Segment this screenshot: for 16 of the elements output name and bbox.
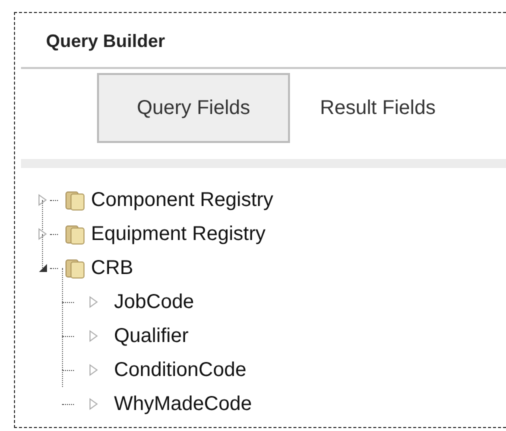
tree-item[interactable]: Qualifier: [114, 324, 188, 348]
tree-item[interactable]: ConditionCode: [114, 358, 246, 382]
collapsed-arrow-icon[interactable]: [37, 228, 49, 240]
tree-item[interactable]: JobCode: [114, 290, 194, 314]
folder-icon: [64, 189, 86, 211]
collapsed-arrow-icon[interactable]: [37, 194, 49, 206]
panel-title: Query Builder: [45, 30, 166, 53]
tree-item[interactable]: CRB: [91, 256, 134, 280]
tree-item[interactable]: Equipment Registry: [91, 222, 266, 246]
folder-icon: [64, 223, 86, 245]
tab[interactable]: Query Fields: [97, 73, 290, 143]
folder-icon: [64, 257, 86, 279]
expanded-arrow-icon[interactable]: [37, 262, 49, 274]
tree-item[interactable]: WhyMadeCode: [114, 392, 252, 416]
tab[interactable]: Result Fields: [290, 73, 438, 143]
tree-item[interactable]: Component Registry: [91, 188, 274, 212]
